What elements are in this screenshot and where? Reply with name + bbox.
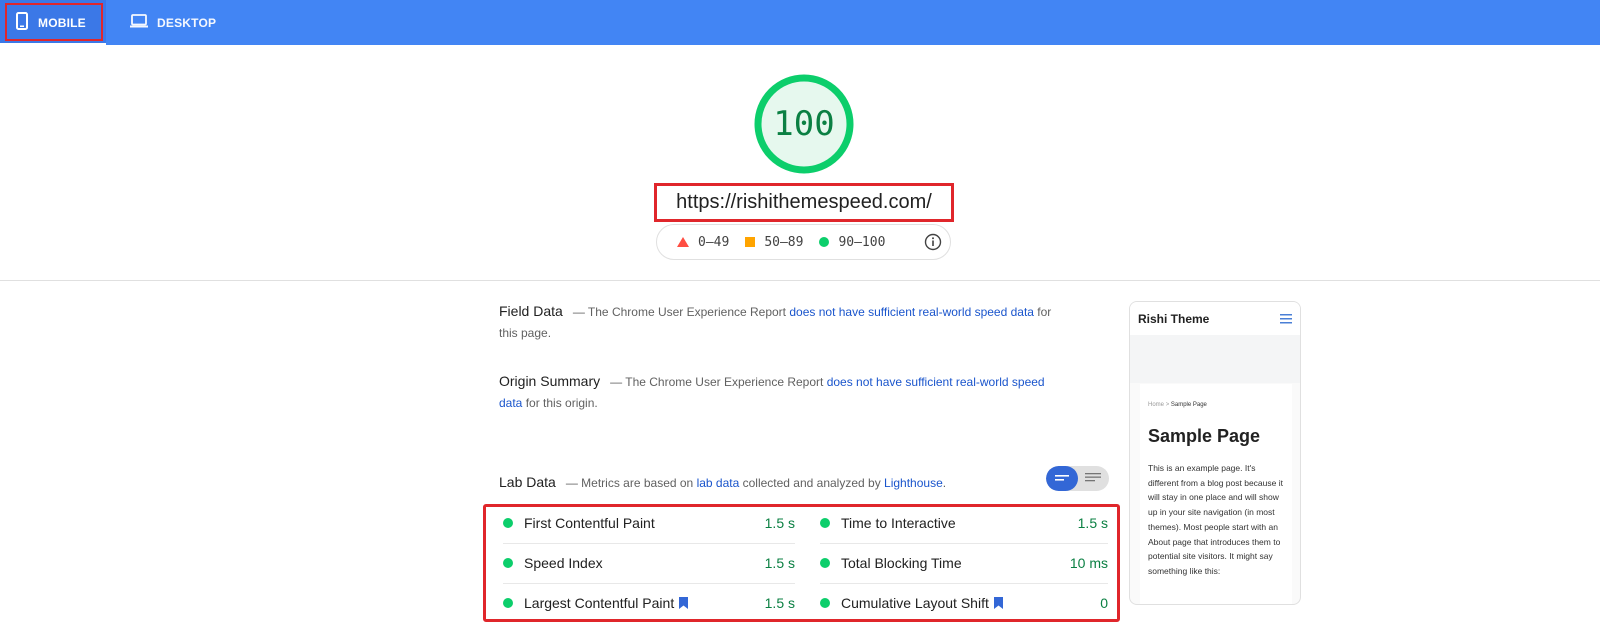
origin-summary-section: Origin Summary — The Chrome User Experien… [499,371,1059,414]
metric-largest-contentful-paint: Largest Contentful Paint 1.5 s [503,583,795,623]
highlight-box [5,3,103,41]
good-status-icon [820,558,830,568]
origin-summary-title: Origin Summary [499,373,601,389]
preview-breadcrumb: Home > Sample Page [1148,402,1284,408]
field-data-title: Field Data [499,303,563,319]
origin-summary-suffix: for this origin. [522,396,598,410]
tab-desktop[interactable]: DESKTOP [130,0,216,45]
tab-desktop-label: DESKTOP [157,15,217,30]
legend-bad: 0–49 [677,235,729,250]
origin-summary-prefix: — The Chrome User Experience Report [610,375,827,389]
metrics-view-toggle[interactable] [1046,466,1109,491]
hamburger-menu-icon [1280,314,1292,324]
bookmark-icon[interactable] [993,597,1003,609]
bookmark-icon[interactable] [679,597,689,609]
list-view-icon[interactable] [1085,472,1101,484]
metric-label: Time to Interactive [841,515,956,531]
info-icon[interactable] [924,233,942,251]
legend-average: 50–89 [745,235,803,250]
metric-value: 1.5 s [764,595,795,611]
field-data-link[interactable]: does not have sufficient real-world spee… [789,305,1034,319]
tested-url: https://rishithemespeed.com/ [654,183,954,222]
metric-cumulative-layout-shift: Cumulative Layout Shift 0 [820,583,1108,623]
breadcrumb-separator: > [1165,402,1170,408]
metric-value: 0 [1100,595,1108,611]
page-screenshot-preview: Rishi Theme Home > Sample Page Sample Pa… [1129,301,1301,605]
field-data-prefix: — The Chrome User Experience Report [572,305,790,319]
lab-data-prefix: — Metrics are based on [565,476,697,490]
lab-data-suffix: . [942,476,947,490]
metric-time-to-interactive: Time to Interactive 1.5 s [820,503,1108,543]
legend-good: 90–100 [819,235,885,250]
metric-label: First Contentful Paint [524,515,655,531]
metric-value: 10 ms [1069,555,1108,571]
lab-data-middle: collected and analyzed by [739,476,885,490]
circle-icon [819,237,830,247]
breadcrumb-current: Sample Page [1170,402,1207,408]
legend-bad-label: 0–49 [698,234,730,250]
metric-total-blocking-time: Total Blocking Time 10 ms [820,543,1108,583]
legend-good-label: 90–100 [838,234,886,250]
triangle-icon [677,237,689,247]
url-text: https://rishithemespeed.com/ [676,191,932,213]
preview-site-title: Rishi Theme [1138,311,1210,326]
metric-label: Largest Contentful Paint [524,595,675,611]
tab-mobile[interactable]: MOBILE [0,0,106,45]
top-bar: MOBILE DESKTOP [0,0,1600,45]
preview-header: Rishi Theme [1130,302,1300,335]
field-data-section: Field Data — The Chrome User Experience R… [499,301,1059,344]
good-status-icon [503,598,513,608]
score-legend: 0–49 50–89 90–100 [656,224,951,260]
metric-label: Total Blocking Time [841,555,962,571]
tab-active-indicator [0,43,106,45]
metric-speed-index: Speed Index 1.5 s [503,543,795,583]
compact-view-icon [1055,475,1069,481]
metric-label: Cumulative Layout Shift [841,595,989,611]
preview-body-text: This is an example page. It's different … [1148,463,1283,576]
metric-label: Speed Index [524,555,603,571]
good-status-icon [503,518,513,528]
preview-page-title: Sample Page [1148,426,1261,446]
metric-value: 1.5 s [764,555,795,571]
laptop-icon [130,14,148,31]
metric-value: 1.5 s [764,515,795,531]
performance-score: 100 [773,104,835,144]
lighthouse-link[interactable]: Lighthouse [884,476,943,490]
lab-data-section: Lab Data — Metrics are based on lab data … [499,472,1059,494]
preview-content-card: Home > Sample Page Sample Page This is a… [1140,384,1292,604]
preview-banner [1130,335,1300,383]
divider [0,280,1600,281]
metric-value: 1.5 s [1077,515,1108,531]
legend-average-label: 50–89 [764,234,804,250]
good-status-icon [820,598,830,608]
lab-data-title: Lab Data [499,474,556,490]
breadcrumb-home: Home [1148,402,1165,408]
metric-first-contentful-paint: First Contentful Paint 1.5 s [503,503,795,543]
good-status-icon [820,518,830,528]
lab-data-link[interactable]: lab data [697,476,740,490]
square-icon [745,237,756,247]
good-status-icon [503,558,513,568]
